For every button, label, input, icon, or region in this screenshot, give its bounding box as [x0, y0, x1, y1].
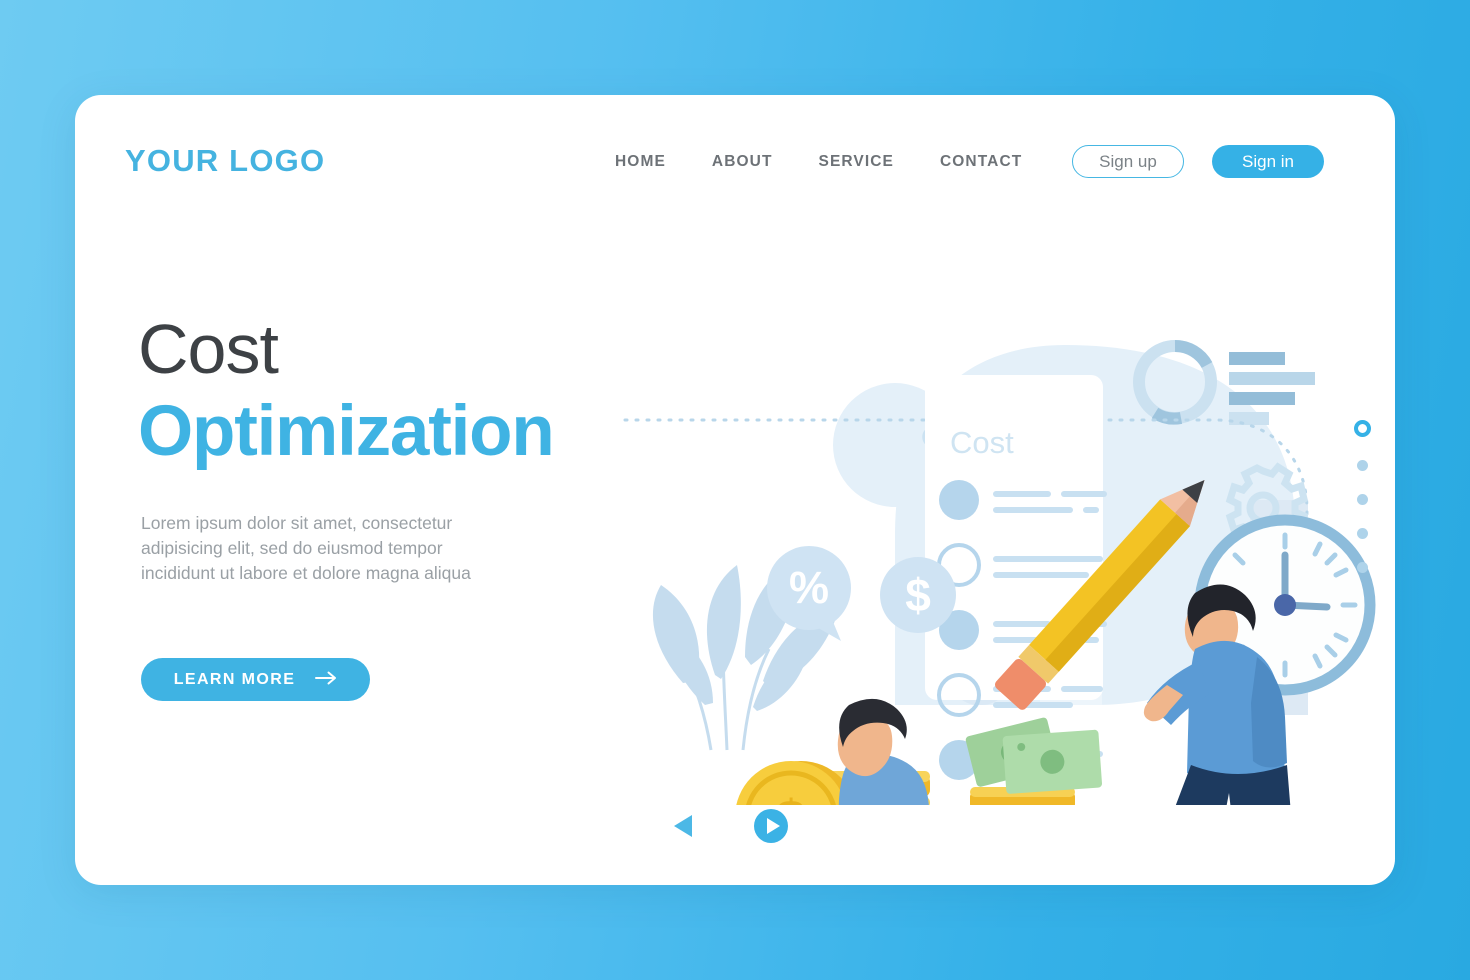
learn-more-button[interactable]: LEARN MORE	[141, 658, 370, 701]
page-root: YOUR LOGO HOME ABOUT SERVICE CONTACT Sig…	[0, 0, 1470, 980]
learn-more-label: LEARN MORE	[173, 670, 296, 688]
hero-card: YOUR LOGO HOME ABOUT SERVICE CONTACT Sig…	[75, 95, 1395, 885]
nav-item-contact[interactable]: CONTACT	[940, 153, 1022, 171]
play-circle-icon[interactable]	[752, 807, 790, 850]
carousel-dot-3[interactable]	[1357, 494, 1368, 505]
nav-item-about[interactable]: ABOUT	[712, 153, 773, 171]
document-title: Cost	[950, 425, 1014, 460]
main-navigation: HOME ABOUT SERVICE CONTACT	[615, 153, 1022, 171]
carousel-dot-1[interactable]	[1354, 420, 1371, 437]
arrow-right-icon	[315, 671, 337, 688]
carousel-dots	[1354, 420, 1371, 573]
carousel-dot-4[interactable]	[1357, 528, 1368, 539]
svg-text:$: $	[905, 569, 931, 621]
sign-in-button[interactable]: Sign in	[1212, 145, 1324, 178]
nav-item-home[interactable]: HOME	[615, 153, 666, 171]
checklist-document: Cost	[925, 375, 1107, 780]
carousel-dot-2[interactable]	[1357, 460, 1368, 471]
sign-up-button[interactable]: Sign up	[1072, 145, 1184, 178]
carousel-controls	[670, 807, 790, 850]
carousel-dot-5[interactable]	[1357, 562, 1368, 573]
hero-illustration: Cost % $	[595, 205, 1385, 805]
svg-text:%: %	[789, 562, 829, 613]
banknotes	[965, 717, 1103, 794]
dollar-badge: $	[880, 557, 956, 633]
hero-paragraph: Lorem ipsum dolor sit amet, consectetur …	[141, 513, 471, 583]
nav-item-service[interactable]: SERVICE	[819, 153, 894, 171]
triangle-left-icon[interactable]	[670, 812, 696, 845]
bar-chart	[1229, 352, 1315, 425]
page-title-line2: Optimization	[138, 392, 555, 471]
page-title-line1: Cost	[138, 310, 279, 388]
coin-dollar-symbol: $	[775, 788, 806, 805]
site-logo[interactable]: YOUR LOGO	[125, 143, 325, 179]
